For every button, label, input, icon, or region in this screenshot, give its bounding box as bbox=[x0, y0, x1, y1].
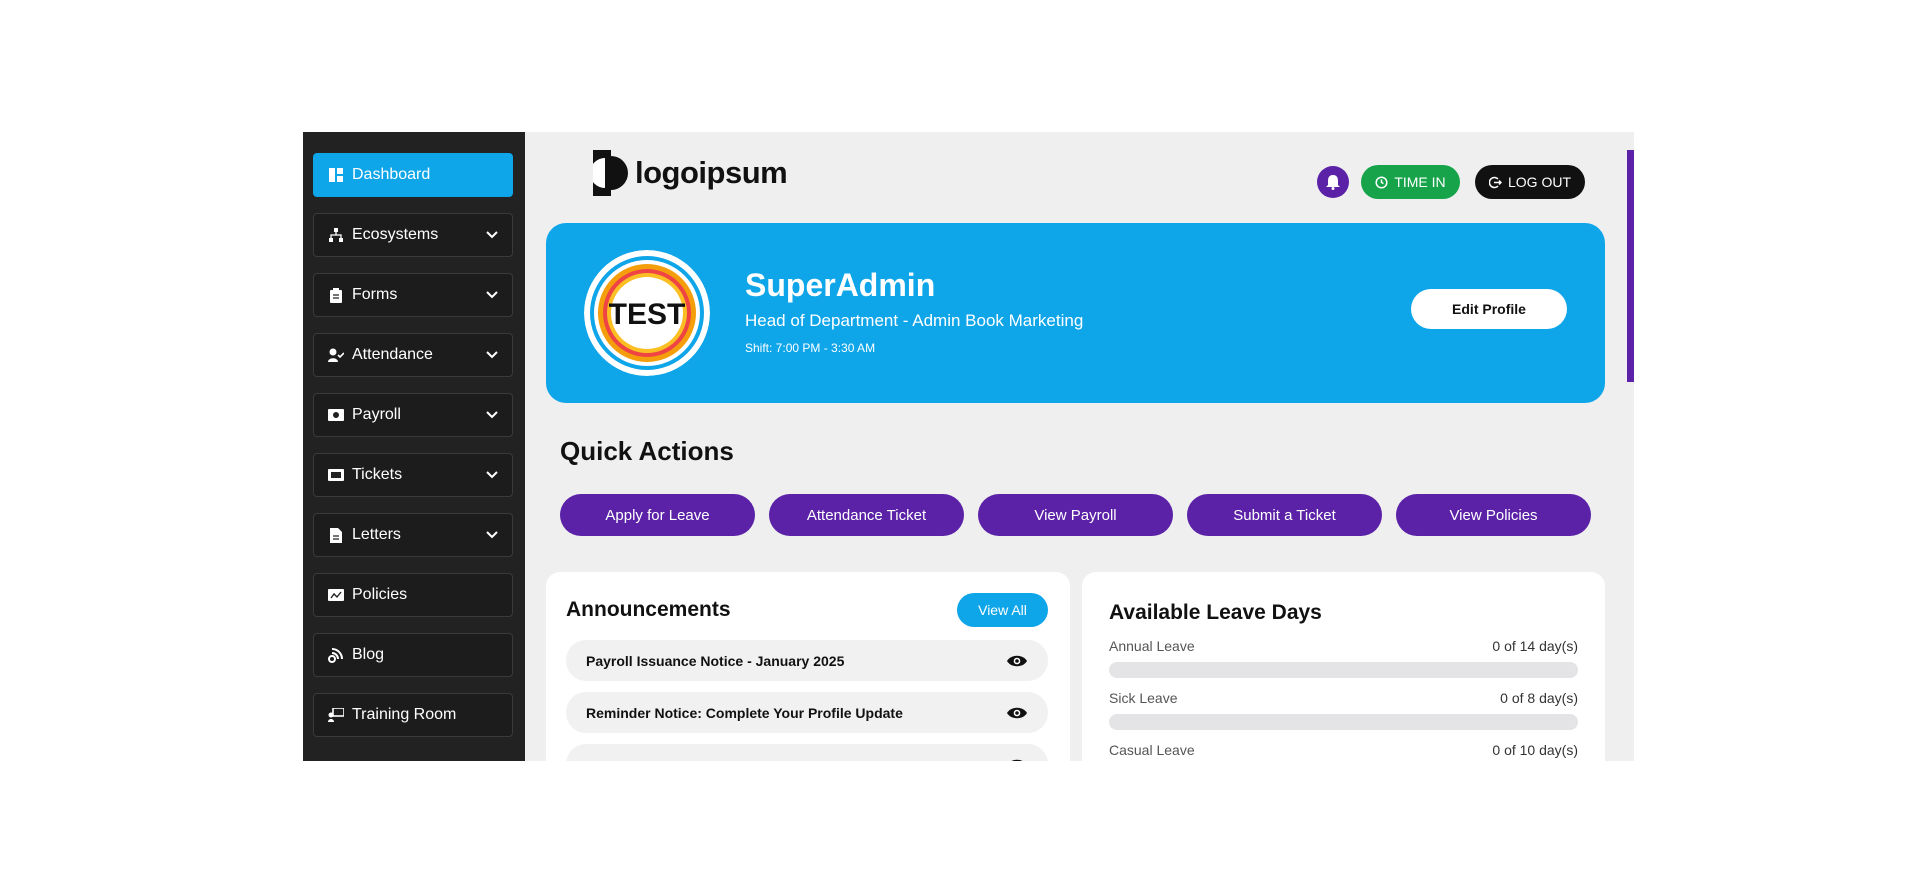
logo[interactable]: logoipsum bbox=[593, 150, 788, 196]
app-window: Dashboard Ecosystems Forms Attendance Pa… bbox=[303, 132, 1634, 761]
sidebar-item-forms[interactable]: Forms bbox=[313, 273, 513, 317]
profile-shift: Shift: 7:00 PM - 3:30 AM bbox=[745, 341, 876, 355]
chevron-down-icon[interactable] bbox=[486, 231, 498, 239]
sidebar-item-label: Blog bbox=[352, 646, 385, 663]
casual-leave-label: Casual Leave bbox=[1109, 742, 1195, 758]
notification-bell-button[interactable] bbox=[1317, 166, 1349, 198]
announcements-card: Announcements View All Payroll Issuance … bbox=[546, 572, 1070, 761]
announcement-item[interactable] bbox=[566, 744, 1048, 761]
view-policies-button[interactable]: View Policies bbox=[1396, 494, 1591, 536]
clock-icon bbox=[1375, 175, 1388, 189]
blog-icon bbox=[328, 647, 344, 663]
sidebar-item-training-room[interactable]: Training Room bbox=[313, 693, 513, 737]
sidebar: Dashboard Ecosystems Forms Attendance Pa… bbox=[303, 132, 525, 761]
logo-mark-icon bbox=[593, 150, 628, 196]
logout-icon bbox=[1488, 176, 1502, 188]
logout-button[interactable]: LOG OUT bbox=[1475, 165, 1585, 199]
quick-actions-title: Quick Actions bbox=[560, 436, 734, 466]
ticket-icon bbox=[328, 467, 344, 483]
sidebar-item-tickets[interactable]: Tickets bbox=[313, 453, 513, 497]
sidebar-item-label: Tickets bbox=[352, 466, 403, 483]
policy-icon bbox=[328, 587, 344, 603]
chevron-down-icon[interactable] bbox=[486, 471, 498, 479]
logout-label: LOG OUT bbox=[1507, 174, 1571, 190]
time-in-button[interactable]: TIME IN bbox=[1361, 165, 1460, 199]
casual-leave-value: 0 of 10 day(s) bbox=[1492, 742, 1578, 758]
sidebar-item-label: Dashboard bbox=[352, 166, 431, 183]
annual-leave-value: 0 of 14 day(s) bbox=[1492, 638, 1578, 654]
time-in-label: TIME IN bbox=[1394, 174, 1446, 190]
sidebar-item-letters[interactable]: Letters bbox=[313, 513, 513, 557]
sidebar-item-label: Payroll bbox=[352, 406, 401, 423]
sidebar-item-label: Forms bbox=[352, 286, 398, 303]
avatar-text: TEST bbox=[609, 298, 686, 331]
leave-days-title: Available Leave Days bbox=[1109, 601, 1322, 624]
leave-days-card: Available Leave Days Annual Leave 0 of 1… bbox=[1082, 572, 1605, 761]
clipboard-icon bbox=[328, 287, 344, 303]
avatar: TEST bbox=[584, 250, 710, 376]
sitemap-icon bbox=[328, 227, 344, 243]
sidebar-item-label: Attendance bbox=[352, 346, 433, 363]
annual-leave-label: Annual Leave bbox=[1109, 638, 1195, 654]
view-all-button[interactable]: View All bbox=[957, 593, 1048, 627]
chevron-down-icon[interactable] bbox=[486, 291, 498, 299]
profile-role: Head of Department - Admin Book Marketin… bbox=[745, 311, 1084, 330]
sidebar-item-label: Training Room bbox=[352, 706, 457, 723]
chevron-down-icon[interactable] bbox=[486, 411, 498, 419]
eye-icon[interactable] bbox=[1006, 706, 1028, 720]
sick-leave-label: Sick Leave bbox=[1109, 690, 1178, 706]
view-payroll-button[interactable]: View Payroll bbox=[978, 494, 1173, 536]
profile-name: SuperAdmin bbox=[745, 267, 936, 303]
eye-icon[interactable] bbox=[1006, 758, 1028, 762]
attendance-ticket-button[interactable]: Attendance Ticket bbox=[769, 494, 964, 536]
sick-leave-value: 0 of 8 day(s) bbox=[1500, 690, 1578, 706]
announcements-title: Announcements bbox=[566, 598, 731, 621]
bell-icon bbox=[1326, 174, 1340, 190]
money-icon bbox=[328, 407, 344, 423]
scrollbar-thumb[interactable] bbox=[1627, 150, 1634, 382]
announcement-item[interactable]: Reminder Notice: Complete Your Profile U… bbox=[566, 692, 1048, 733]
logo-text: logoipsum bbox=[635, 155, 788, 190]
annual-leave-progress bbox=[1109, 662, 1578, 678]
file-icon bbox=[328, 527, 344, 543]
edit-profile-button[interactable]: Edit Profile bbox=[1411, 289, 1567, 329]
sidebar-item-policies[interactable]: Policies bbox=[313, 573, 513, 617]
eye-icon[interactable] bbox=[1006, 654, 1028, 668]
user-check-icon bbox=[328, 347, 344, 363]
sidebar-item-ecosystems[interactable]: Ecosystems bbox=[313, 213, 513, 257]
announcement-item[interactable]: Payroll Issuance Notice - January 2025 bbox=[566, 640, 1048, 681]
chevron-down-icon[interactable] bbox=[486, 531, 498, 539]
sidebar-item-dashboard[interactable]: Dashboard bbox=[313, 153, 513, 197]
sidebar-item-label: Letters bbox=[352, 526, 401, 543]
apply-for-leave-button[interactable]: Apply for Leave bbox=[560, 494, 755, 536]
sick-leave-progress bbox=[1109, 714, 1578, 730]
dashboard-icon bbox=[328, 167, 344, 183]
sidebar-item-payroll[interactable]: Payroll bbox=[313, 393, 513, 437]
profile-card: TEST SuperAdmin Head of Department - Adm… bbox=[546, 223, 1605, 403]
training-icon bbox=[328, 707, 344, 723]
announcement-title: Payroll Issuance Notice - January 2025 bbox=[586, 652, 845, 669]
sidebar-item-label: Policies bbox=[352, 586, 408, 603]
sidebar-item-blog[interactable]: Blog bbox=[313, 633, 513, 677]
chevron-down-icon[interactable] bbox=[486, 351, 498, 359]
sidebar-item-label: Ecosystems bbox=[352, 226, 439, 243]
sidebar-item-attendance[interactable]: Attendance bbox=[313, 333, 513, 377]
announcement-title: Reminder Notice: Complete Your Profile U… bbox=[586, 704, 903, 721]
submit-ticket-button[interactable]: Submit a Ticket bbox=[1187, 494, 1382, 536]
main-content: logoipsum TIME IN LOG OUT TEST SuperAdmi… bbox=[525, 132, 1634, 761]
